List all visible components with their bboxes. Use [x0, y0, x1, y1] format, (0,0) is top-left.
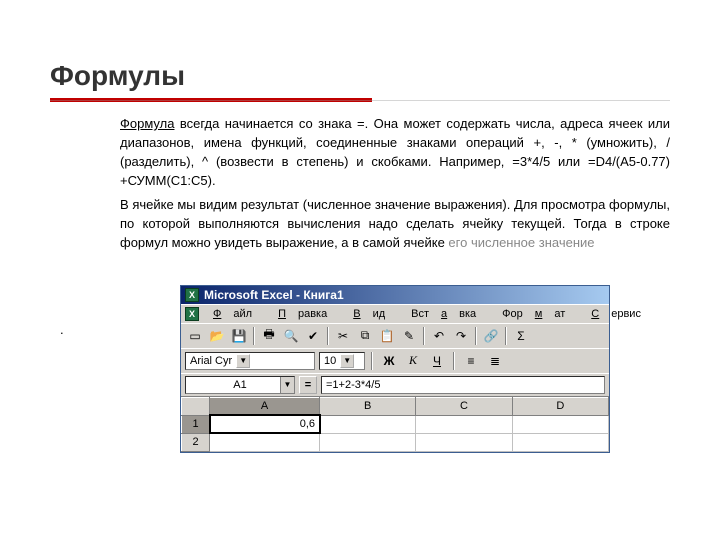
- font-name-combo[interactable]: Arial Cyr ▼: [185, 352, 315, 370]
- col-header-d[interactable]: D: [512, 397, 608, 415]
- chevron-down-icon[interactable]: ▼: [340, 354, 354, 368]
- menu-view[interactable]: Вид: [341, 307, 397, 321]
- cell-b2[interactable]: [320, 433, 416, 451]
- open-icon[interactable]: 📂: [207, 326, 227, 346]
- chevron-down-icon[interactable]: ▼: [280, 377, 294, 393]
- separator: [327, 327, 329, 345]
- undo-icon[interactable]: ↶: [429, 326, 449, 346]
- title-thin-rule: [50, 100, 670, 101]
- separator: [253, 327, 255, 345]
- standard-toolbar: ▭ 📂 💾 🖶 🔍 ✔ ✂ ⧉ 📋 ✎ ↶ ↷ 🔗 Σ: [181, 323, 609, 348]
- row-header-2[interactable]: 2: [182, 433, 210, 451]
- separator: [475, 327, 477, 345]
- col-header-b[interactable]: B: [320, 397, 416, 415]
- redo-icon[interactable]: ↷: [451, 326, 471, 346]
- print-icon[interactable]: 🖶: [259, 326, 279, 346]
- excel-logo-icon: X: [185, 288, 199, 302]
- cut-icon[interactable]: ✂: [333, 326, 353, 346]
- paste-icon[interactable]: 📋: [377, 326, 397, 346]
- name-box[interactable]: A1 ▼: [185, 376, 295, 394]
- new-icon[interactable]: ▭: [185, 326, 205, 346]
- menu-insert[interactable]: Вставка: [399, 307, 488, 321]
- paragraph-1: Формула всегда начинается со знака =. Он…: [120, 115, 670, 190]
- stray-dot: .: [60, 322, 64, 337]
- copy-icon[interactable]: ⧉: [355, 326, 375, 346]
- link-icon[interactable]: 🔗: [481, 326, 501, 346]
- cell-a2[interactable]: [210, 433, 320, 451]
- equals-button[interactable]: =: [299, 376, 317, 394]
- autosum-icon[interactable]: Σ: [511, 326, 531, 346]
- formula-bar: A1 ▼ = =1+2-3*4/5: [181, 373, 609, 396]
- font-name-value: Arial Cyr: [190, 355, 232, 367]
- spell-icon[interactable]: ✔: [303, 326, 323, 346]
- cell-c2[interactable]: [416, 433, 512, 451]
- cell-a1[interactable]: 0,6: [210, 415, 320, 433]
- separator: [505, 327, 507, 345]
- cell-c1[interactable]: [416, 415, 512, 433]
- excel-window: X Microsoft Excel - Книга1 X Файл Правка…: [180, 285, 610, 453]
- worksheet-grid[interactable]: A B C D 1 0,6 2: [181, 396, 609, 452]
- app-icon: X: [185, 307, 199, 321]
- menu-format[interactable]: Формат: [490, 307, 577, 321]
- titlebar-text: Microsoft Excel - Книга1: [204, 288, 344, 302]
- align-center-icon[interactable]: ≣: [485, 351, 505, 371]
- cell-d1[interactable]: [512, 415, 608, 433]
- align-left-icon[interactable]: ≡: [461, 351, 481, 371]
- para2-tail: его численное значение: [448, 235, 594, 250]
- italic-button[interactable]: К: [403, 351, 423, 371]
- underline-button[interactable]: Ч: [427, 351, 447, 371]
- font-size-combo[interactable]: 10 ▼: [319, 352, 365, 370]
- formatting-toolbar: Arial Cyr ▼ 10 ▼ Ж К Ч ≡ ≣: [181, 348, 609, 373]
- page-title: Формулы: [50, 60, 670, 92]
- chevron-down-icon[interactable]: ▼: [236, 354, 250, 368]
- cell-b1[interactable]: [320, 415, 416, 433]
- bold-button[interactable]: Ж: [379, 351, 399, 371]
- col-header-a[interactable]: A: [210, 397, 320, 415]
- font-size-value: 10: [324, 355, 336, 367]
- select-all-corner[interactable]: [182, 397, 210, 415]
- name-box-value: A1: [233, 379, 246, 391]
- preview-icon[interactable]: 🔍: [281, 326, 301, 346]
- lead-word: Формула: [120, 116, 174, 131]
- separator: [453, 352, 455, 370]
- cell-d2[interactable]: [512, 433, 608, 451]
- menubar: X Файл Правка Вид Вставка Формат Сервис: [181, 304, 609, 323]
- paragraph-2: В ячейке мы видим результат (численное з…: [120, 196, 670, 253]
- separator: [371, 352, 373, 370]
- formula-input[interactable]: =1+2-3*4/5: [321, 376, 605, 394]
- brush-icon[interactable]: ✎: [399, 326, 419, 346]
- menu-file[interactable]: Файл: [201, 307, 264, 321]
- menu-tools[interactable]: Сервис: [579, 307, 653, 321]
- menu-edit[interactable]: Правка: [266, 307, 339, 321]
- para1-rest: всегда начинается со знака =. Она может …: [120, 116, 670, 188]
- titlebar: X Microsoft Excel - Книга1: [181, 286, 609, 304]
- row-header-1[interactable]: 1: [182, 415, 210, 433]
- separator: [423, 327, 425, 345]
- col-header-c[interactable]: C: [416, 397, 512, 415]
- save-icon[interactable]: 💾: [229, 326, 249, 346]
